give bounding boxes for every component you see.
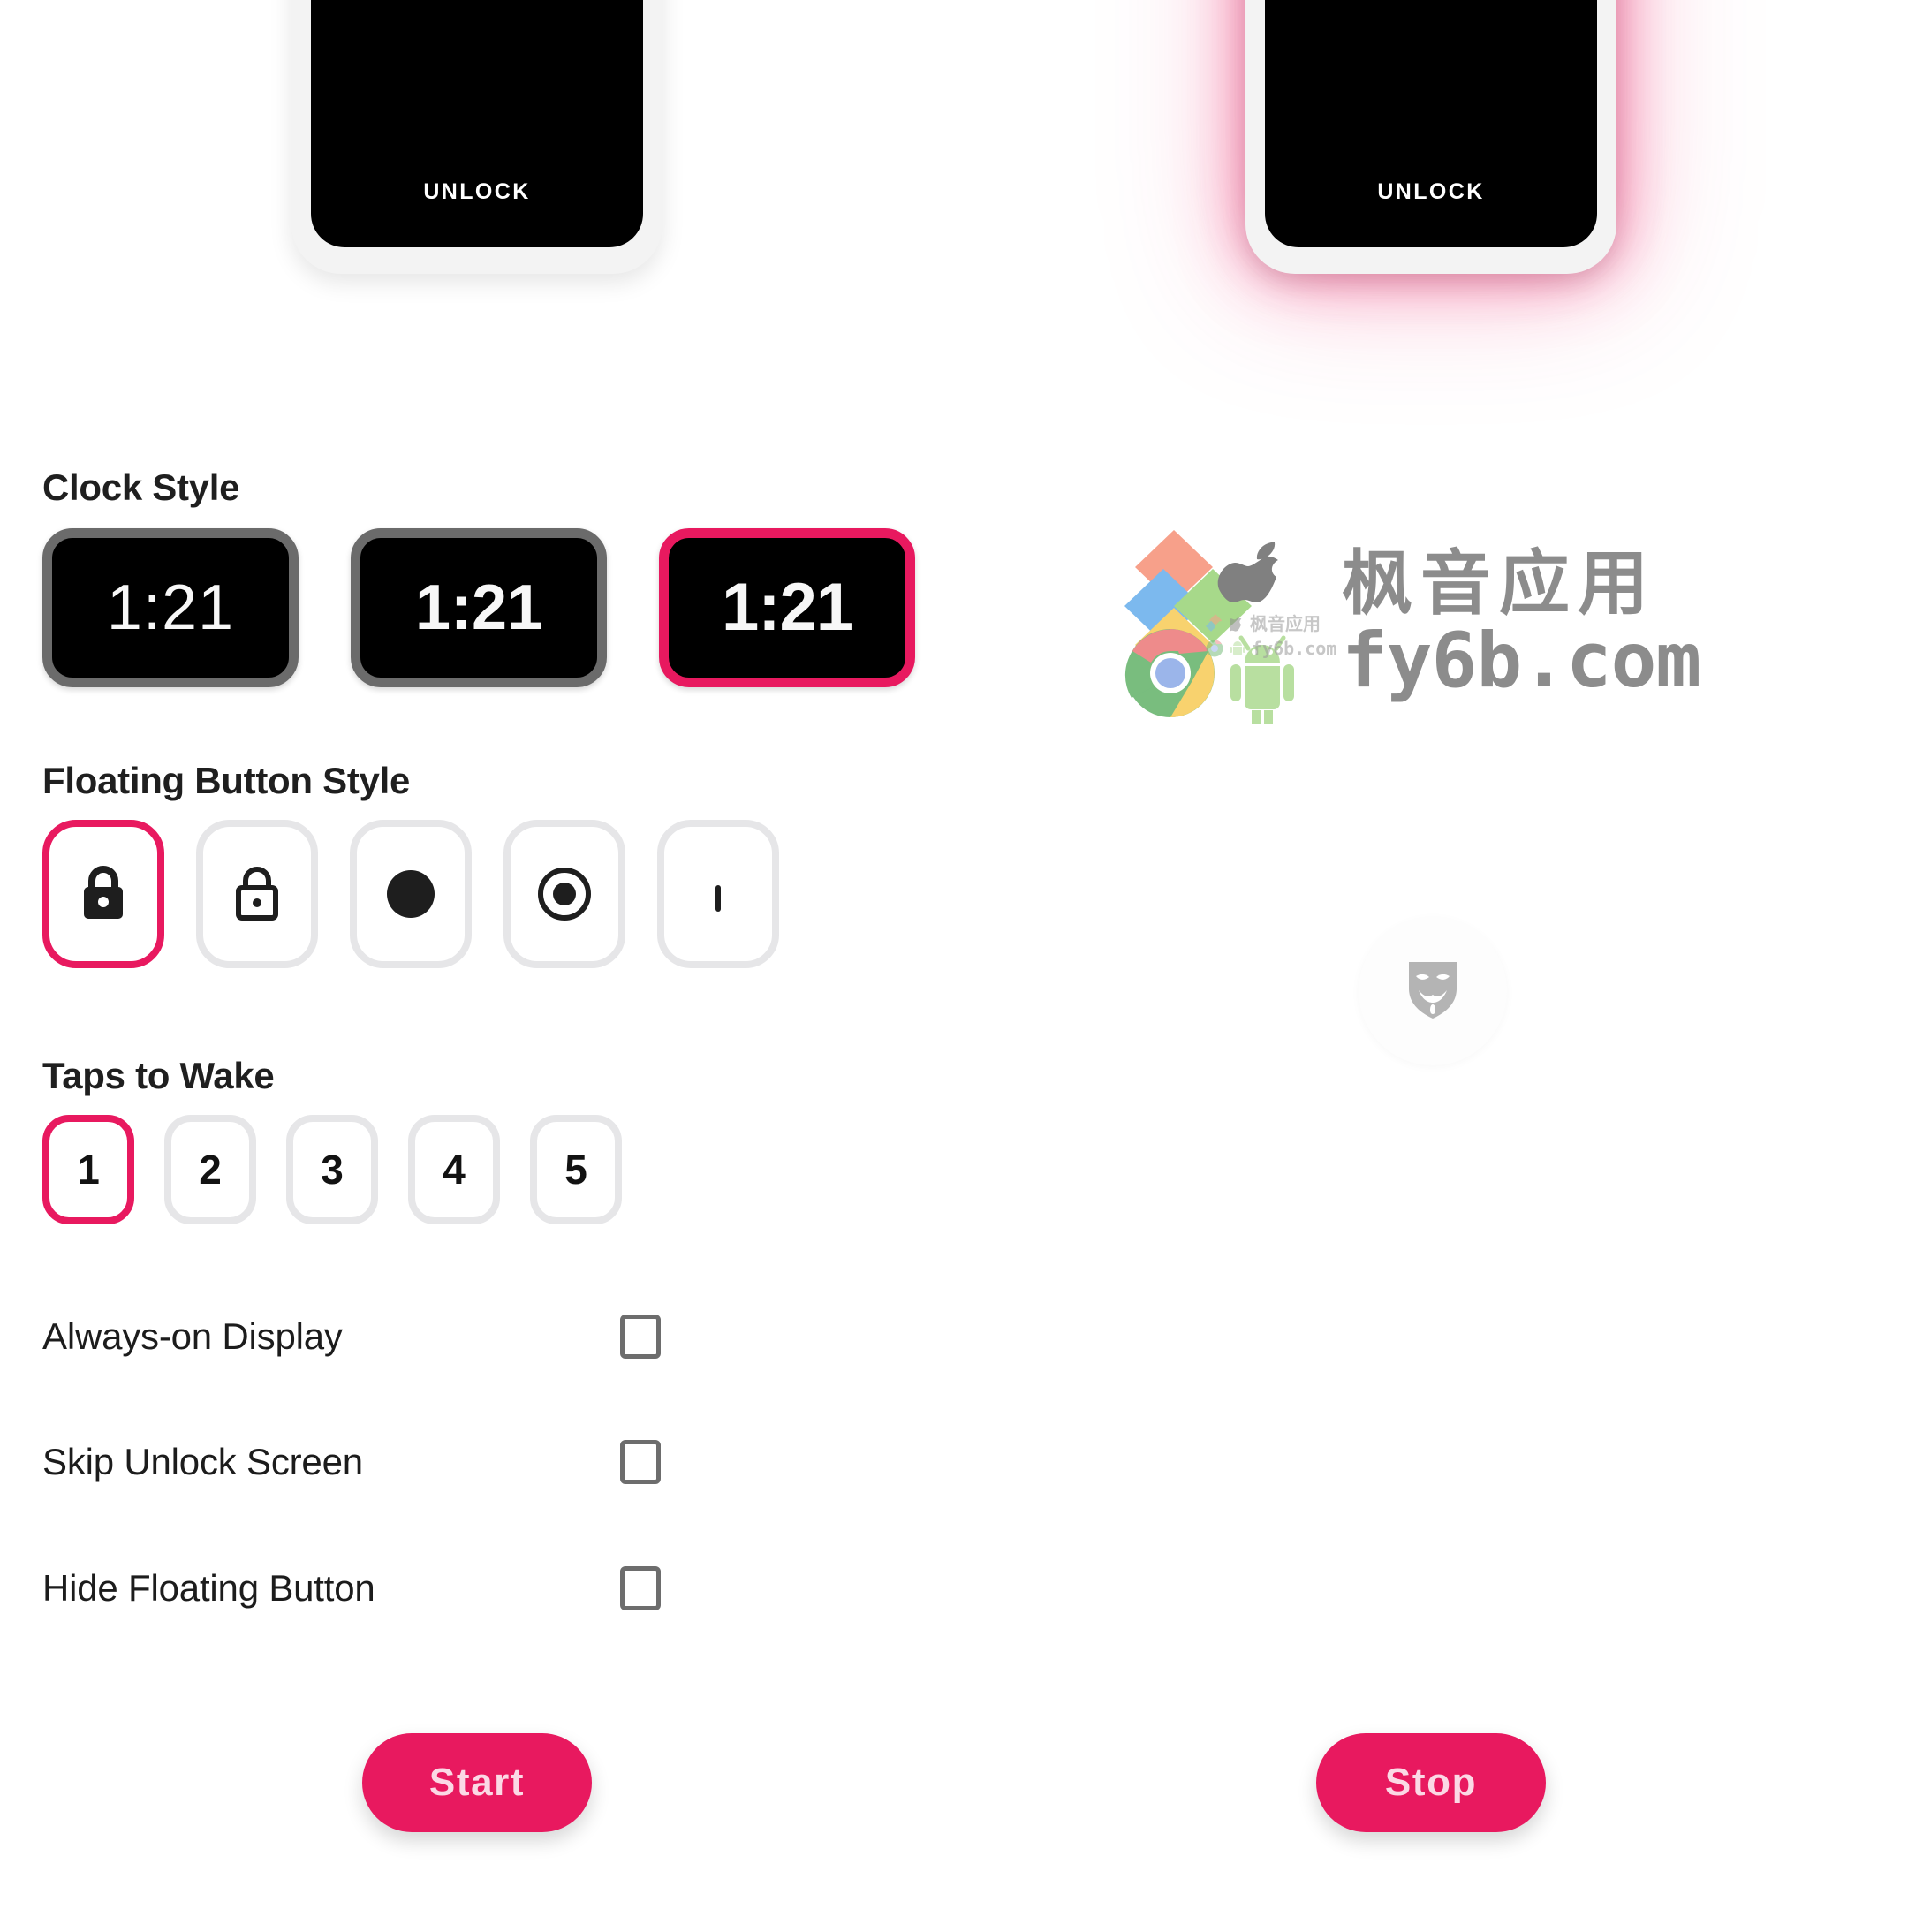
skip-unlock-screen-checkbox[interactable] xyxy=(620,1440,661,1484)
anonymous-mask-icon xyxy=(1405,958,1460,1025)
taps-option-2[interactable]: 2 xyxy=(164,1115,256,1224)
skip-unlock-screen-label: Skip Unlock Screen xyxy=(42,1441,363,1482)
phone-screen: UNLOCK xyxy=(311,0,643,247)
phone-frame: UNLOCK xyxy=(292,0,662,274)
taps-option-1[interactable]: 1 xyxy=(42,1115,134,1224)
fab-option-lock-filled[interactable] xyxy=(42,820,164,968)
partial-icon xyxy=(693,864,744,924)
app-screen-inactive: UNLOCK Clock Style 1:21 1:21 1:21 Floati… xyxy=(0,0,954,1932)
toggle-row-hide-floating-button[interactable]: Hide Floating Button xyxy=(42,1557,661,1619)
clock-style-option-bold[interactable]: 1:21 xyxy=(659,528,915,687)
unlock-label: UNLOCK xyxy=(423,179,531,204)
lock-filled-icon xyxy=(78,864,129,924)
hide-floating-button-checkbox[interactable] xyxy=(620,1566,661,1610)
always-on-display-label: Always-on Display xyxy=(42,1315,343,1357)
fab-option-partial[interactable] xyxy=(657,820,779,968)
start-button[interactable]: Start xyxy=(362,1733,592,1832)
clock-style-option-medium[interactable]: 1:21 xyxy=(351,528,607,687)
fab-option-circle-ring[interactable] xyxy=(504,820,625,968)
floating-button-style-heading: Floating Button Style xyxy=(42,760,410,801)
clock-style-options: 1:21 1:21 1:21 xyxy=(42,528,915,687)
circle-filled-icon xyxy=(382,866,439,922)
fab-option-circle-filled[interactable] xyxy=(350,820,472,968)
stop-button[interactable]: Stop xyxy=(1316,1733,1546,1832)
screenshot-canvas: UNLOCK Clock Style 1:21 1:21 1:21 Floati… xyxy=(0,0,1908,1932)
clock-style-option-light[interactable]: 1:21 xyxy=(42,528,299,687)
mask-badge xyxy=(1359,917,1507,1065)
clock-time-light: 1:21 xyxy=(106,572,235,643)
lockscreen-preview-inactive: UNLOCK xyxy=(292,0,662,274)
lock-outline-icon xyxy=(231,864,283,924)
circle-ring-icon xyxy=(536,866,593,922)
taps-option-4[interactable]: 4 xyxy=(408,1115,500,1224)
hide-floating-button-label: Hide Floating Button xyxy=(42,1567,375,1609)
taps-to-wake-heading: Taps to Wake xyxy=(42,1055,275,1096)
toggle-row-always-on-display[interactable]: Always-on Display xyxy=(42,1306,661,1368)
taps-to-wake-options: 1 2 3 4 5 xyxy=(42,1115,622,1224)
taps-option-3[interactable]: 3 xyxy=(286,1115,378,1224)
fab-option-lock-outline[interactable] xyxy=(196,820,318,968)
clock-time-bold: 1:21 xyxy=(721,570,853,645)
phone-screen-active: UNLOCK xyxy=(1265,0,1597,247)
lockscreen-preview-active: UNLOCK xyxy=(1246,0,1616,274)
floating-button-style-options xyxy=(42,820,779,968)
unlock-label-active: UNLOCK xyxy=(1377,179,1485,204)
clock-time-medium: 1:21 xyxy=(414,572,543,643)
taps-option-5[interactable]: 5 xyxy=(530,1115,622,1224)
always-on-display-checkbox[interactable] xyxy=(620,1315,661,1359)
toggle-row-skip-unlock-screen[interactable]: Skip Unlock Screen xyxy=(42,1431,661,1493)
phone-frame-active: UNLOCK xyxy=(1246,0,1616,274)
clock-style-heading: Clock Style xyxy=(42,466,240,508)
